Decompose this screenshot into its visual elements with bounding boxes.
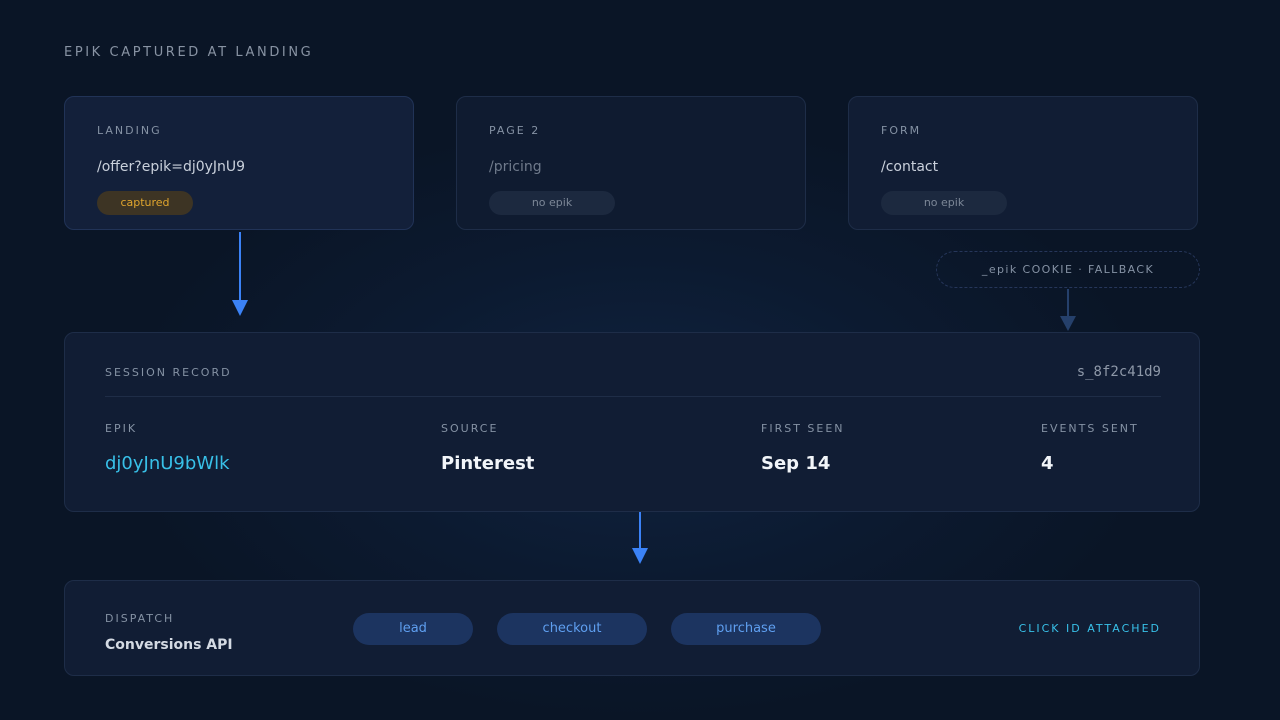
field-value-first-seen: Sep 14 bbox=[761, 453, 831, 474]
step-url: /contact bbox=[881, 159, 939, 175]
cookie-fallback-badge: _epik COOKIE · FALLBACK bbox=[936, 251, 1200, 288]
step-label: LANDING bbox=[97, 124, 162, 137]
step-card-landing: LANDING /offer?epik=dj0yJnU9 captured bbox=[64, 96, 414, 230]
divider bbox=[105, 396, 1161, 397]
status-badge-no-epik: no epik bbox=[881, 191, 1007, 215]
page-heading: EPIK CAPTURED AT LANDING bbox=[64, 45, 314, 60]
fallback-to-session-arrowhead bbox=[1060, 316, 1076, 331]
status-badge-no-epik: no epik bbox=[489, 191, 615, 215]
session-record-card: SESSION RECORD s_8f2c41d9 EPIK dj0yJnU9b… bbox=[64, 332, 1200, 512]
step-label: FORM bbox=[881, 124, 922, 137]
click-id-status: CLICK ID ATTACHED bbox=[1018, 622, 1161, 635]
step-url: /pricing bbox=[489, 159, 542, 175]
event-pill-checkout: checkout bbox=[497, 613, 647, 645]
step-card-form: FORM /contact no epik bbox=[848, 96, 1198, 230]
field-value-epik: dj0yJnU9bWlk bbox=[105, 453, 230, 474]
dispatch-card: DISPATCH Conversions API lead checkout p… bbox=[64, 580, 1200, 676]
status-badge-captured: captured bbox=[97, 191, 193, 215]
event-pill-purchase: purchase bbox=[671, 613, 821, 645]
session-title: SESSION RECORD bbox=[105, 366, 232, 379]
landing-to-session-arrowhead bbox=[232, 300, 248, 316]
field-value-events-sent: 4 bbox=[1041, 453, 1054, 474]
dispatch-destination: Conversions API bbox=[105, 637, 233, 653]
step-url: /offer?epik=dj0yJnU9 bbox=[97, 159, 246, 175]
field-value-source: Pinterest bbox=[441, 453, 535, 474]
step-label: PAGE 2 bbox=[489, 124, 541, 137]
field-label-source: SOURCE bbox=[441, 422, 499, 435]
session-to-dispatch-arrowhead bbox=[632, 548, 648, 564]
field-label-epik: EPIK bbox=[105, 422, 138, 435]
field-label-first-seen: FIRST SEEN bbox=[761, 422, 845, 435]
session-id: s_8f2c41d9 bbox=[1076, 364, 1161, 380]
event-pill-lead: lead bbox=[353, 613, 473, 645]
field-label-events-sent: EVENTS SENT bbox=[1041, 422, 1139, 435]
dispatch-label: DISPATCH bbox=[105, 612, 175, 625]
step-card-page-2: PAGE 2 /pricing no epik bbox=[456, 96, 806, 230]
